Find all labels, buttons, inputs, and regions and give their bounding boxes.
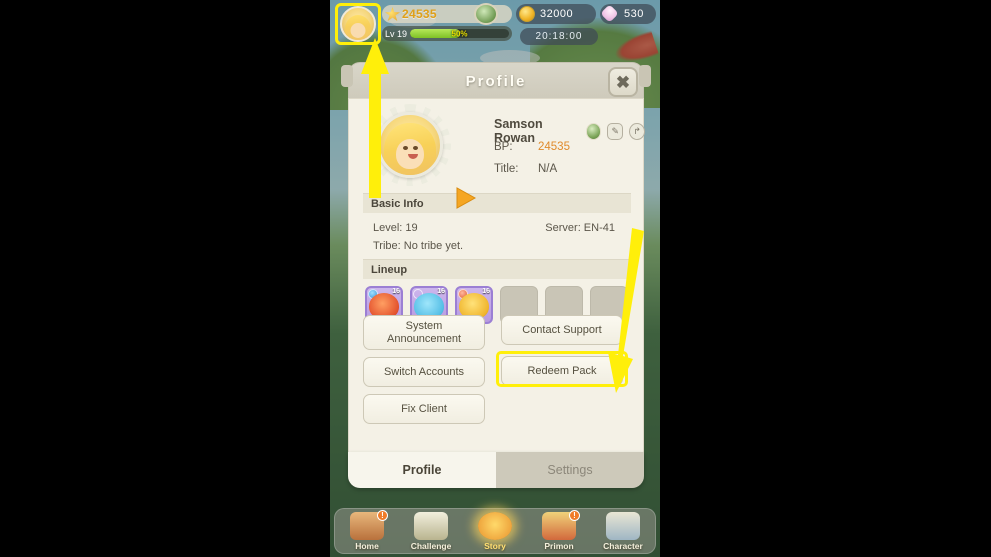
game-viewport: 24535 Lv 19 50% 32000 530 20:18:00 Profi…	[330, 0, 660, 557]
dialog-ear-right	[639, 65, 651, 87]
hud-avatar-button[interactable]	[335, 3, 381, 45]
nav-label: Home	[355, 540, 379, 551]
action-column-left: System Announcement Switch Accounts Fix …	[363, 315, 485, 431]
hud-timer-value: 20:18:00	[535, 31, 583, 42]
dialog-tabs: Profile Settings	[348, 452, 644, 488]
fix-client-button[interactable]: Fix Client	[363, 394, 485, 425]
edit-icon[interactable]: ✎	[607, 122, 624, 140]
nav-label: Character	[603, 540, 643, 551]
info-row-level-server: Level: 19 Server: EN-41	[363, 219, 631, 237]
avatar	[340, 6, 376, 42]
hud-level-track: 50%	[410, 29, 509, 38]
notification-badge: !	[569, 509, 580, 521]
nav-label: Story	[484, 540, 506, 551]
dialog-ear-left	[341, 65, 353, 87]
coin-icon	[519, 6, 535, 22]
switch-accounts-button[interactable]: Switch Accounts	[363, 357, 485, 388]
hud-level-bar: Lv 19 50%	[382, 26, 512, 41]
close-icon[interactable]: ✖	[608, 67, 638, 97]
profile-dialog: Profile ✖ Samson Rowan ✎ ↱ BP: 24535 Tit…	[341, 62, 651, 490]
lineup-heading-bar: Lineup	[363, 259, 631, 279]
dialog-header: Profile ✖	[341, 62, 651, 100]
unit-level: 16	[392, 288, 400, 295]
share-icon[interactable]: ↱	[629, 122, 645, 140]
info-row-tribe: Tribe: No tribe yet.	[363, 237, 631, 255]
bp-value: 24535	[538, 141, 570, 153]
nav-label: Primon	[544, 540, 574, 551]
character-icon	[606, 511, 640, 540]
nav-item-challenge[interactable]: Challenge	[402, 511, 460, 551]
tab-profile[interactable]: Profile	[348, 452, 496, 488]
unit-level: 16	[482, 288, 490, 295]
nav-item-primon[interactable]: ! Primon	[530, 509, 588, 551]
hud-emblem-icon[interactable]	[474, 3, 498, 25]
screenshot-root: 24535 Lv 19 50% 32000 530 20:18:00 Profi…	[0, 0, 991, 557]
bp-label: BP:	[494, 141, 513, 153]
hud-gold-value: 32000	[540, 8, 574, 20]
title-label: Title:	[494, 163, 519, 175]
nav-label: Challenge	[410, 540, 452, 551]
hud-timer: 20:18:00	[520, 28, 598, 45]
bottom-navigation: ! Home Challenge Story ! Primon Characte…	[334, 508, 656, 554]
cursor-pointer-icon	[456, 187, 477, 209]
basic-info-heading: Basic Info	[371, 197, 424, 210]
hud-level-percent: 50%	[451, 29, 468, 38]
story-icon	[478, 511, 512, 540]
nav-item-story[interactable]: Story	[466, 511, 524, 551]
notification-badge: !	[377, 509, 388, 521]
hud-gem-counter[interactable]: 530	[600, 4, 656, 24]
hud-gold-counter[interactable]: 32000	[516, 4, 596, 24]
hud-bp-value: 24535	[402, 7, 437, 21]
guild-emblem-icon	[585, 122, 602, 140]
nav-item-home[interactable]: ! Home	[338, 509, 396, 551]
identity-block: Samson Rowan ✎ ↱ BP: 24535 Title: N/A	[349, 99, 645, 195]
lineup-heading: Lineup	[371, 263, 408, 276]
system-announcement-button[interactable]: System Announcement	[363, 315, 485, 351]
unit-level: 16	[437, 288, 445, 295]
bp-row: BP: 24535	[494, 141, 570, 153]
redeem-pack-button[interactable]: Redeem Pack	[501, 356, 623, 386]
hud-level-text: Lv 19	[385, 28, 408, 39]
tab-settings[interactable]: Settings	[496, 452, 644, 488]
challenge-icon	[414, 511, 448, 540]
dialog-title: Profile	[465, 72, 527, 90]
server-value: Server: EN-41	[545, 222, 615, 234]
contact-support-button[interactable]: Contact Support	[501, 315, 623, 345]
dialog-body: Samson Rowan ✎ ↱ BP: 24535 Title: N/A Ba…	[348, 98, 645, 464]
gem-icon	[600, 4, 619, 23]
level-value: Level: 19	[373, 222, 418, 234]
profile-portrait[interactable]	[369, 104, 451, 186]
title-value: N/A	[538, 163, 558, 175]
tribe-value: Tribe: No tribe yet.	[373, 240, 464, 252]
hud-gem-value: 530	[624, 8, 644, 20]
basic-info-section: Basic Info Level: 19 Server: EN-41 Tribe…	[363, 193, 631, 259]
avatar	[377, 112, 443, 178]
action-column-right: Contact Support Redeem Pack	[496, 315, 628, 393]
title-row: Title: N/A	[494, 163, 557, 175]
basic-info-rows: Level: 19 Server: EN-41 Tribe: No tribe …	[363, 213, 631, 259]
basic-info-heading-bar: Basic Info	[363, 193, 631, 213]
bp-star-icon	[385, 7, 400, 21]
top-hud: 24535 Lv 19 50% 32000 530 20:18:00	[330, 0, 660, 52]
nav-item-character[interactable]: Character	[594, 511, 652, 551]
